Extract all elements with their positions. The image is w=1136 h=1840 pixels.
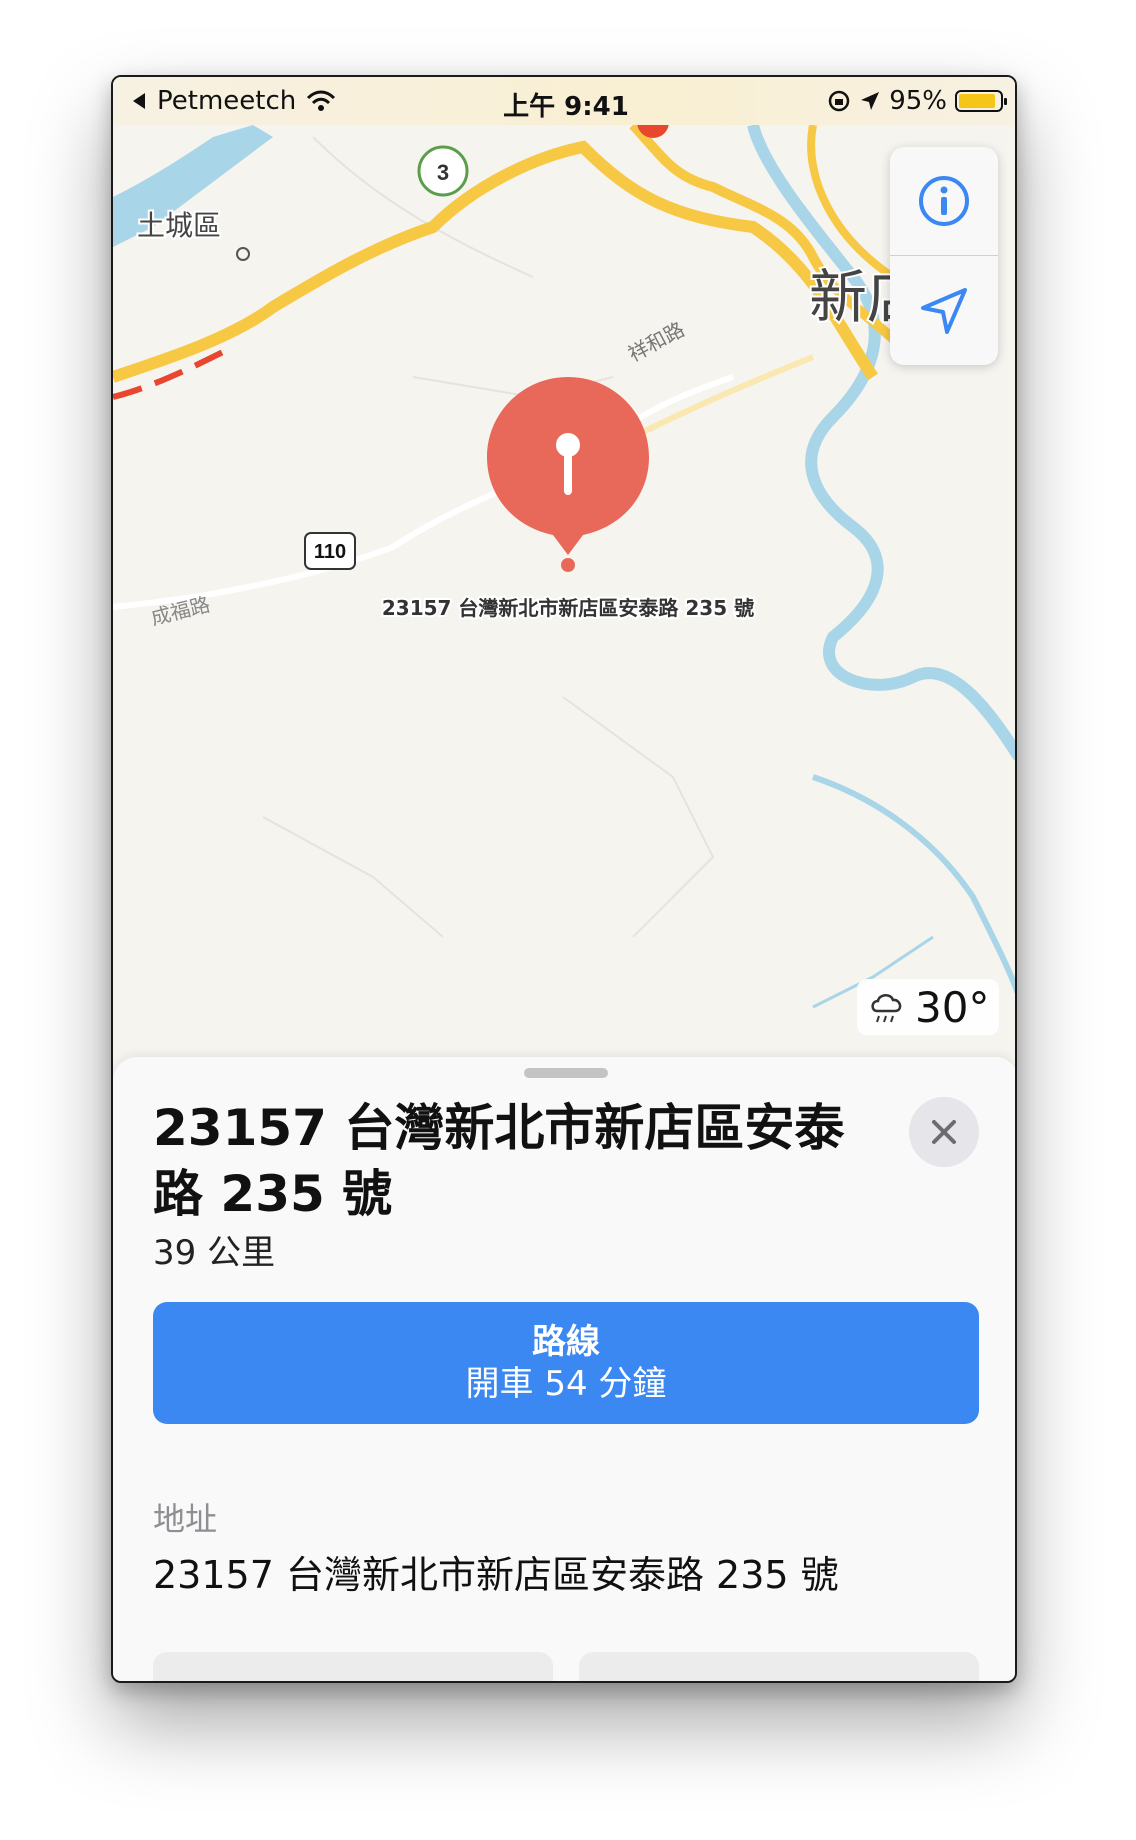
location-services-icon <box>861 92 880 110</box>
location-arrow-icon <box>921 288 967 334</box>
label-tucheng: 土城區 <box>137 209 221 242</box>
info-icon <box>919 176 969 226</box>
map-canvas[interactable]: 3 110 土城區 新店 祥和路 成福路 23157 台灣新北市新店區安泰路 2… <box>113 77 1017 1057</box>
controls-divider <box>890 255 998 256</box>
map-view[interactable]: 3 110 土城區 新店 祥和路 成福路 23157 台灣新北市新店區安泰路 2… <box>113 77 1017 1057</box>
weather-badge: 30° <box>857 979 1000 1035</box>
address-label: 地址 <box>153 1500 218 1538</box>
current-location-button[interactable] <box>890 257 998 365</box>
battery-icon <box>955 90 1007 112</box>
svg-text:3: 3 <box>437 160 449 185</box>
battery-percent: 95% <box>889 86 947 116</box>
status-right: 95% <box>827 86 1007 116</box>
action-buttons-peek <box>153 1652 979 1681</box>
route-button-label: 路線 <box>532 1322 600 1362</box>
route-3-shield: 3 <box>417 145 469 197</box>
distance-text: 39 公里 <box>153 1233 276 1273</box>
info-button[interactable] <box>890 147 998 255</box>
route-110-shield: 110 <box>304 532 356 570</box>
phone-screen: 3 110 土城區 新店 祥和路 成福路 23157 台灣新北市新店區安泰路 2… <box>111 75 1017 1683</box>
address-value[interactable]: 23157 台灣新北市新店區安泰路 235 號 <box>153 1544 839 1599</box>
route-button[interactable]: 路線 開車 54 分鐘 <box>153 1302 979 1424</box>
map-controls <box>890 147 998 365</box>
cloud-rain-icon <box>871 994 902 1023</box>
action-button-right[interactable] <box>579 1652 979 1681</box>
place-title-line1: 23157 台灣新北市新店區安泰 <box>153 1099 845 1157</box>
action-button-left[interactable] <box>153 1652 553 1681</box>
place-title-line2: 路 235 號 <box>153 1165 393 1223</box>
svg-text:110: 110 <box>314 541 346 563</box>
weather-temperature: 30° <box>915 982 990 1032</box>
route-button-eta: 開車 54 分鐘 <box>465 1364 667 1404</box>
pin-dot <box>561 558 575 572</box>
sheet-grabber[interactable] <box>524 1068 608 1078</box>
close-button[interactable] <box>909 1097 979 1167</box>
rotation-lock-icon <box>828 90 850 112</box>
place-title: 23157 台灣新北市新店區安泰 路 235 號 <box>153 1095 853 1227</box>
place-card[interactable]: 23157 台灣新北市新店區安泰 路 235 號 39 公里 路線 開車 54 … <box>113 1057 1015 1681</box>
pin-label: 23157 台灣新北市新店區安泰路 235 號 <box>382 596 754 620</box>
close-icon <box>932 1120 956 1144</box>
status-bar: Petmeetch 上午 9:41 95% <box>113 77 1015 125</box>
